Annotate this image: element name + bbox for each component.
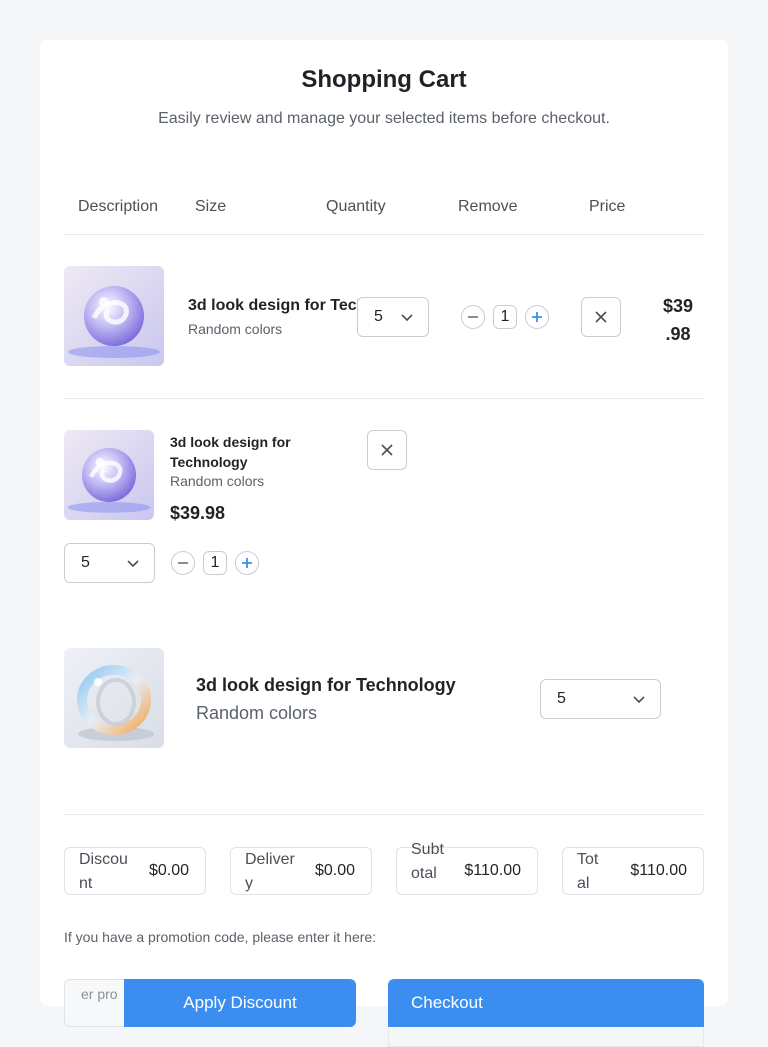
plus-icon [532, 312, 542, 322]
quantity-value[interactable]: 1 [493, 305, 517, 329]
item-price-line1: $39 [662, 296, 694, 316]
product-image [64, 430, 154, 520]
item-price: $39 .98 [648, 292, 708, 348]
size-select-value: 5 [374, 308, 383, 325]
remove-item-button[interactable] [581, 297, 621, 337]
summary-total: Total $110.00 [562, 847, 704, 895]
summary-discount: Discount $0.00 [64, 847, 206, 895]
checkout-panel [388, 1027, 704, 1047]
column-header-quantity: Quantity [326, 198, 386, 215]
close-icon [595, 311, 607, 323]
page-title: Shopping Cart [301, 66, 467, 93]
item-price-line2: .98 [665, 324, 691, 344]
column-header-price: Price [589, 198, 626, 215]
product-name-line2: Technology [170, 454, 248, 470]
summary-discount-label: Discount [79, 851, 128, 892]
increase-quantity-button[interactable] [525, 305, 549, 329]
quantity-value[interactable]: 1 [203, 551, 227, 575]
promo-code-input[interactable]: er pro [64, 979, 126, 1027]
summary-divider [64, 814, 704, 815]
summary-discount-value: $0.00 [148, 862, 189, 879]
size-select[interactable]: 5 [540, 679, 661, 719]
minus-icon [178, 562, 188, 564]
product-variant: Random colors [188, 321, 283, 337]
minus-icon [468, 316, 478, 318]
column-header-description: Description [78, 198, 159, 215]
product-variant: Random colors [170, 473, 265, 489]
promo-prompt: If you have a promotion code, please ent… [64, 929, 377, 945]
chevron-down-icon [127, 560, 139, 568]
chevron-down-icon [633, 696, 645, 704]
product-name: 3d look design for Technology [188, 297, 358, 314]
summary-subtotal: Subtotal $110.00 [396, 841, 538, 895]
summary-delivery-label: Delivery [245, 851, 295, 892]
apply-discount-button[interactable]: Apply Discount [124, 979, 356, 1027]
summary-total-value: $110.00 [630, 862, 687, 879]
decrease-quantity-button[interactable] [171, 551, 195, 575]
column-header-size: Size [195, 198, 227, 215]
product-name: 3d look design for Technology [170, 432, 291, 472]
size-select[interactable]: 5 [64, 543, 155, 583]
summary-delivery-value: $0.00 [314, 862, 355, 879]
close-icon [381, 444, 393, 456]
decrease-quantity-button[interactable] [461, 305, 485, 329]
column-header-remove: Remove [458, 198, 518, 215]
summary-delivery: Delivery $0.00 [230, 847, 372, 895]
product-name: 3d look design for Technology [196, 675, 456, 695]
header-divider [64, 234, 704, 235]
product-name-line1: 3d look design for [170, 434, 291, 450]
page-subtitle: Easily review and manage your selected i… [158, 110, 610, 127]
row-divider [64, 398, 704, 399]
product-image [64, 266, 164, 366]
chevron-down-icon [401, 314, 413, 322]
product-variant: Random colors [196, 703, 318, 723]
checkout-button[interactable]: Checkout [388, 979, 704, 1027]
size-select-value: 5 [557, 690, 566, 707]
summary-subtotal-label: Subtotal [411, 841, 444, 882]
remove-item-button[interactable] [367, 430, 407, 470]
plus-icon [242, 558, 252, 568]
size-select-value: 5 [81, 554, 90, 571]
summary-subtotal-value: $110.00 [464, 862, 521, 879]
item-price: $39.98 [170, 503, 226, 523]
increase-quantity-button[interactable] [235, 551, 259, 575]
summary-total-label: Total [577, 851, 599, 892]
size-select[interactable]: 5 [357, 297, 429, 337]
product-image [64, 648, 164, 748]
